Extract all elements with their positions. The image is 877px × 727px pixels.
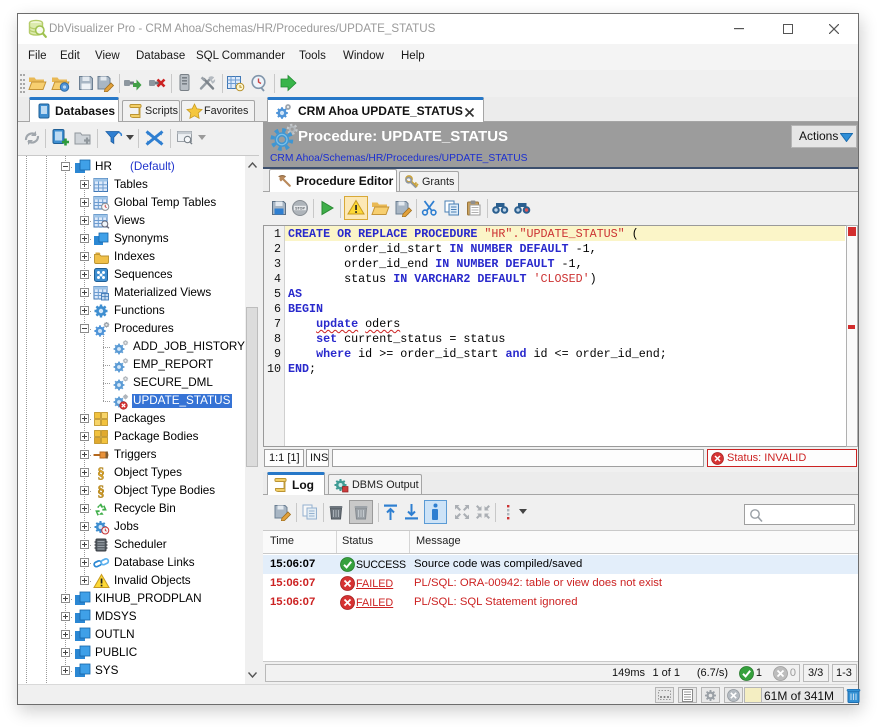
- svg-text:§: §: [97, 466, 105, 481]
- svg-text:STOP: STOP: [295, 206, 305, 210]
- svg-text:§: §: [97, 484, 105, 499]
